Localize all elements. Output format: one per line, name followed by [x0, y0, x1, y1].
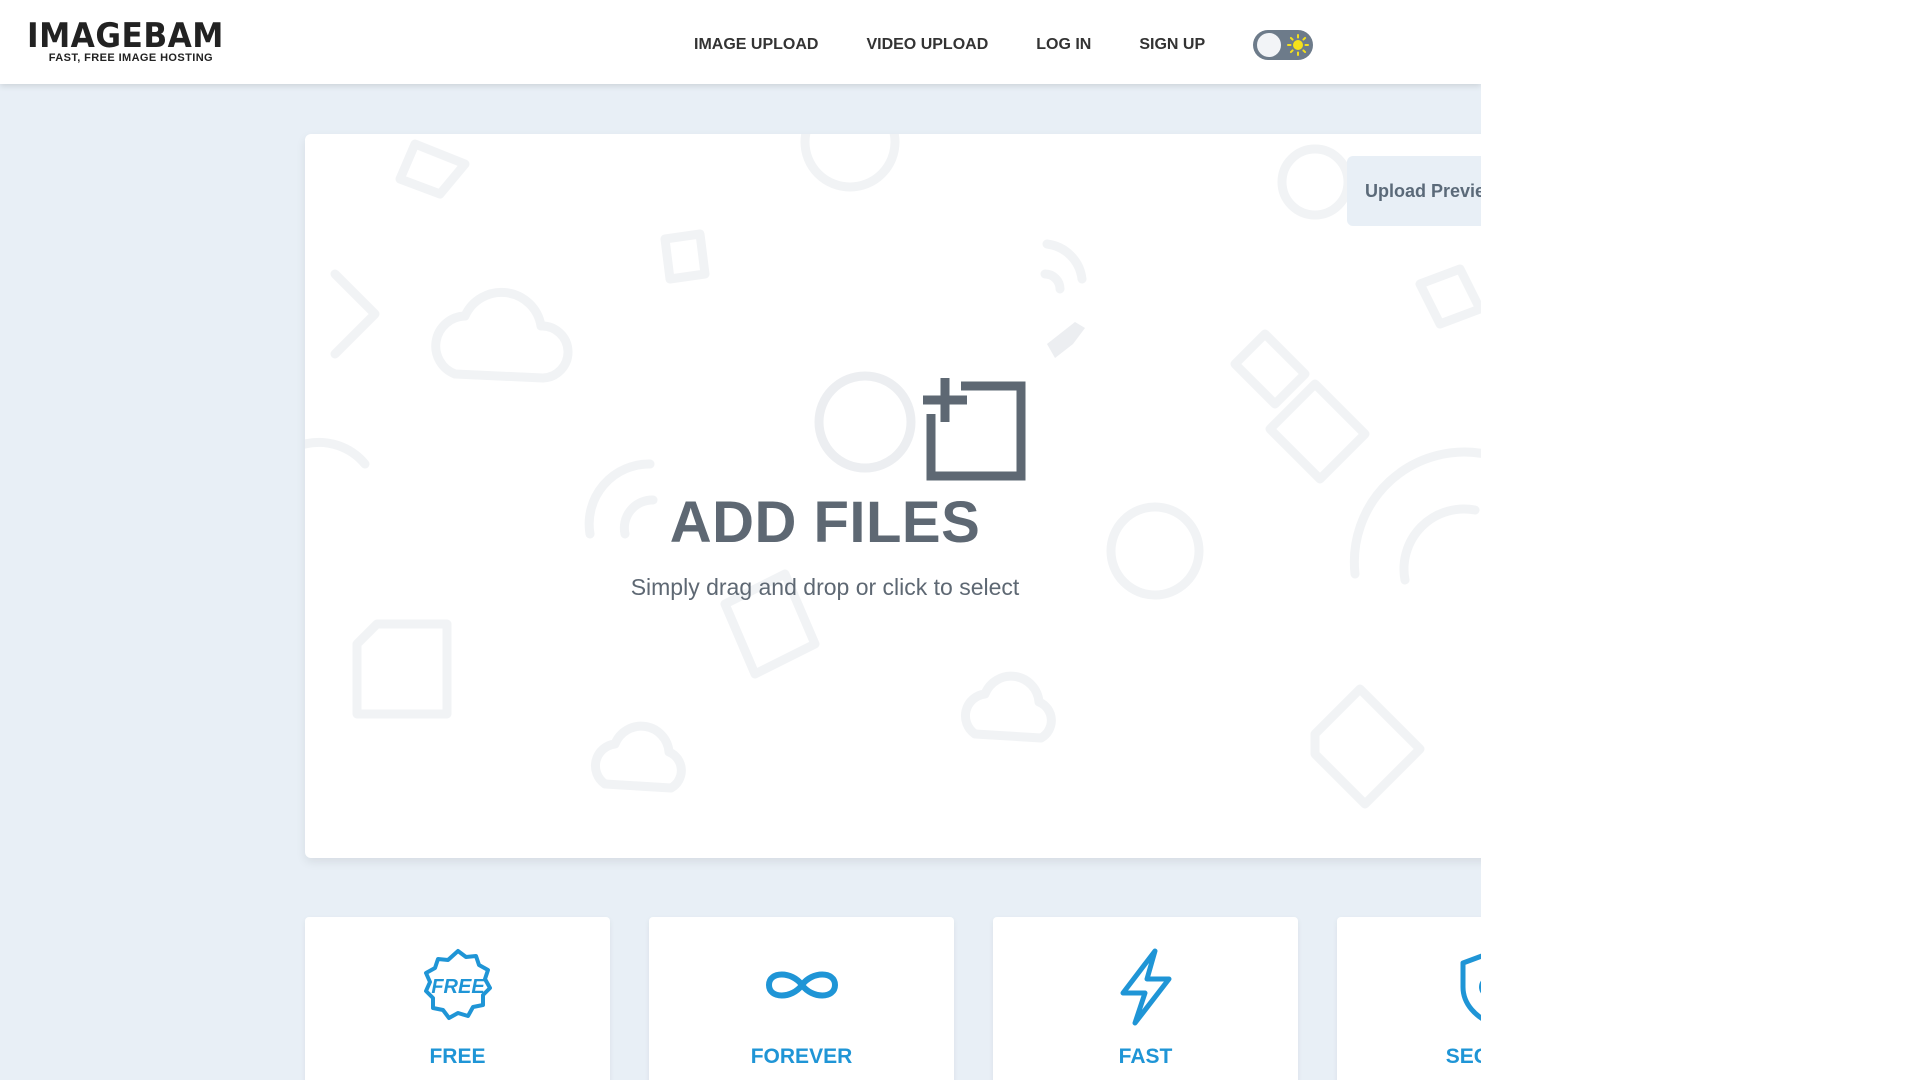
feature-card-fast: FAST	[993, 917, 1298, 1080]
feature-card-free: FREE FREE	[305, 917, 610, 1080]
free-badge-icon: FREE	[423, 949, 492, 1020]
add-files-subtitle: Simply drag and drop or click to select	[630, 574, 1020, 600]
infinity-icon	[765, 971, 838, 999]
feature-label: FREE	[429, 1045, 486, 1068]
nav-sign-up[interactable]: SIGN UP	[1139, 36, 1205, 54]
upload-dropzone[interactable]: Upload Preview ADD FILES Simply drag and…	[305, 134, 1481, 858]
theme-toggle[interactable]	[1253, 30, 1314, 60]
toggle-knob	[1257, 33, 1282, 57]
nav-video-upload[interactable]: VIDEO UPLOAD	[866, 36, 988, 54]
lightning-icon	[1120, 948, 1171, 1026]
shield-icon	[1460, 953, 1481, 1022]
main-nav: IMAGE UPLOAD VIDEO UPLOAD LOG IN SIGN UP	[694, 30, 1314, 60]
site-header: IMAGEBAM FAST, FREE IMAGE HOSTING IMAGE …	[0, 0, 1481, 84]
add-files-title: ADD FILES	[669, 490, 981, 555]
logo-tagline: FAST, FREE IMAGE HOSTING	[48, 52, 213, 64]
svg-text:FREE: FREE	[431, 976, 485, 998]
feature-card-forever: FOREVER	[649, 917, 954, 1080]
upload-preview-button[interactable]: Upload Preview	[1347, 156, 1481, 226]
nav-log-in[interactable]: LOG IN	[1036, 36, 1091, 54]
nav-image-upload[interactable]: IMAGE UPLOAD	[694, 36, 818, 54]
feature-card-secure: SECURE	[1337, 917, 1481, 1080]
logo[interactable]: IMAGEBAM FAST, FREE IMAGE HOSTING	[27, 16, 223, 68]
feature-label: FOREVER	[750, 1045, 853, 1068]
feature-label: FAST	[1118, 1045, 1173, 1068]
feature-label: SECURE	[1445, 1045, 1481, 1068]
browser-viewport: IMAGEBAM FAST, FREE IMAGE HOSTING IMAGE …	[0, 0, 1481, 1080]
logo-text: IMAGEBAM	[27, 16, 224, 56]
add-image-icon	[923, 378, 1026, 481]
sun-icon	[1287, 34, 1310, 56]
